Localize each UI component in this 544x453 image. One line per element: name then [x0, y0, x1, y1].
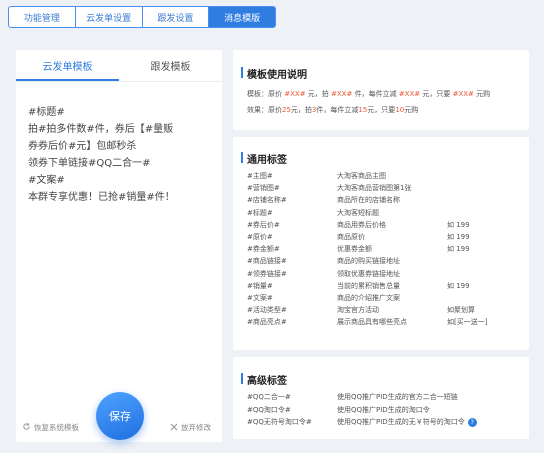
tag-name: #QQ淘口令#	[247, 405, 291, 414]
tab-follow-template[interactable]: 跟发模板	[119, 50, 222, 81]
discard-changes-button[interactable]: 放弃修改	[170, 422, 211, 433]
tag-name: #活动类型#	[247, 306, 287, 315]
tag-description: 商品原价	[337, 233, 365, 241]
tag-description: 商品的介绍推广文案	[337, 294, 400, 302]
template-textarea[interactable]: #标题# 拍#拍多件数#件，券后【#量贩 券券后价#元】包邮秒杀 领券下单链接#…	[28, 104, 218, 206]
usage-title: 模板使用说明	[241, 66, 307, 81]
tag-name: #标题#	[247, 208, 273, 217]
tag-description: 领取优惠券链接地址	[337, 269, 400, 278]
tag-description: 商品的购买链接地址	[337, 257, 400, 266]
save-button[interactable]: 保存	[96, 392, 144, 440]
tag-name: #主图#	[247, 172, 273, 180]
tag-name: #原价#	[247, 233, 273, 241]
tag-description: 使用QQ推广PID生成的淘口令	[337, 405, 430, 414]
advanced-tags-card: 高级标签 #QQ二合一# 使用QQ推广PID生成的官方二合一短链 #QQ淘口令# 使用…	[233, 357, 529, 439]
tag-description: 使用QQ推广PID生成的官方二合一短链	[337, 393, 458, 401]
tag-name: #券金额#	[247, 245, 280, 254]
tab-function-management[interactable]: 功能管理	[9, 7, 76, 27]
reset-template-button[interactable]: 恢复系统模板	[22, 422, 79, 433]
tag-description: 淘宝官方活动	[337, 306, 379, 315]
tag-name: #店铺名称#	[247, 196, 287, 205]
tab-cloud-template[interactable]: 云发单模板	[16, 50, 119, 81]
tag-name: #商品亮点#	[247, 318, 287, 327]
tab-message-template[interactable]: 消息模版	[209, 7, 275, 27]
tag-example: 如 199	[447, 233, 470, 241]
tag-name: #领券链接#	[247, 269, 287, 278]
tag-name: #QQ无符号淘口令#	[247, 418, 312, 426]
tag-description: 大淘客商品营销图第1张	[337, 184, 412, 193]
tag-name: #文案#	[247, 294, 273, 302]
tag-description: 使用QQ推广PID生成的无￥符号的淘口令?	[337, 417, 477, 427]
tab-cloud-dispatch-settings[interactable]: 云发单设置	[76, 7, 143, 27]
tag-name: #券后价#	[247, 220, 280, 229]
tag-example: 如 199	[447, 245, 470, 254]
usage-effect-line: 效果：原价25元，拍3件，每件立减15元，只要10元购	[247, 106, 419, 114]
tag-name: #QQ二合一#	[247, 393, 291, 401]
tag-description: 商品用券后价格	[337, 220, 386, 229]
tag-description: 展示商品具有哪些亮点	[337, 318, 407, 327]
tag-description: 大淘客商品主图	[337, 172, 386, 180]
active-tab-indicator	[16, 79, 119, 81]
usage-template-line: 模板：原价 #XX# 元，拍 #XX# 件，每件立减 #XX# 元，只要 #XX…	[247, 90, 491, 98]
tag-description: 大淘客短标题	[337, 208, 379, 217]
advanced-tags-title: 高级标签	[241, 372, 287, 387]
tag-description: 优惠券金额	[337, 245, 372, 254]
tag-name: #营销图#	[247, 184, 280, 193]
help-icon[interactable]: ?	[467, 418, 477, 427]
tag-name: #销量#	[247, 281, 273, 290]
top-tab-bar: 功能管理 云发单设置 跟发设置 消息模版	[8, 6, 276, 28]
tag-example: 如[买一送一]	[447, 318, 488, 327]
discard-changes-label: 放弃修改	[181, 423, 211, 432]
reset-template-label: 恢复系统模板	[34, 423, 79, 432]
tag-example: 如 199	[447, 281, 470, 290]
close-icon	[170, 423, 178, 433]
tag-name: #商品链接#	[247, 257, 287, 266]
refresh-icon	[22, 422, 31, 433]
tag-example: 如聚划算	[447, 306, 475, 315]
tag-example: 如 199	[447, 220, 470, 229]
template-tabs: 云发单模板 跟发模板	[16, 50, 222, 82]
tag-description: 商品所在的店铺名称	[337, 196, 400, 205]
tag-description: 当前的累积销售总量	[337, 281, 400, 290]
template-editor-panel: 云发单模板 跟发模板 #标题# 拍#拍多件数#件，券后【#量贩 券券后价#元】包…	[16, 50, 222, 442]
usage-instructions-card: 模板使用说明 模板：原价 #XX# 元，拍 #XX# 件，每件立减 #XX# 元…	[233, 50, 529, 130]
common-tags-title: 通用标签	[241, 151, 287, 166]
tab-follow-settings[interactable]: 跟发设置	[143, 7, 210, 27]
common-tags-card: 通用标签 #主图# 大淘客商品主图 #营销图# 大淘客商品营销图第1张 #店铺名称# 商品…	[233, 137, 529, 350]
